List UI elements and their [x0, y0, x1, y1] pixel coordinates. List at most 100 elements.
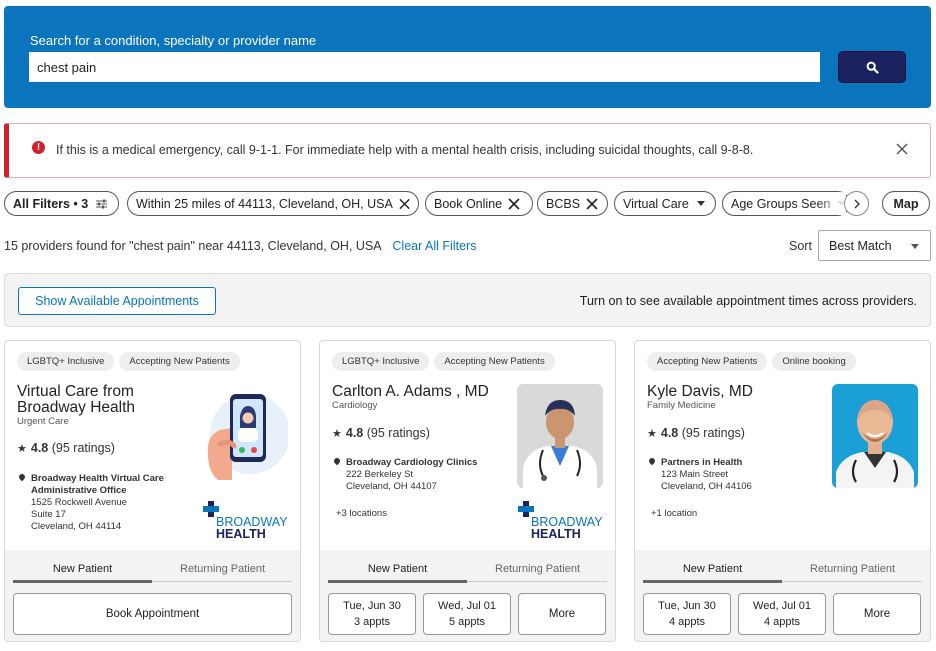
clear-all-filters-link[interactable]: Clear All Filters: [392, 239, 476, 253]
more-locations-link[interactable]: +1 location: [651, 508, 697, 519]
slot-count: 3 appts: [353, 616, 391, 628]
rating-value: 4.8: [660, 426, 679, 440]
active-tab-indicator: [13, 580, 152, 583]
address-line: Suite 17: [31, 509, 66, 520]
show-available-appointments-button[interactable]: Show Available Appointments: [18, 287, 216, 315]
appointment-slot[interactable]: Tue, Jun 30 4 appts: [643, 593, 731, 635]
star-icon: ★: [17, 442, 27, 455]
appointment-slot[interactable]: Wed, Jul 01 4 appts: [738, 593, 826, 635]
address-line: Cleveland, OH 44114: [31, 521, 122, 532]
tag: Accepting New Patients: [434, 352, 555, 371]
book-appointment-button[interactable]: Book Appointment: [13, 593, 292, 635]
svg-text:HEALTH: HEALTH: [216, 527, 266, 539]
chevron-down-icon: [911, 244, 919, 249]
card-footer: New Patient Returning Patient Book Appoi…: [5, 550, 300, 641]
chip-label: Virtual Care: [623, 196, 689, 211]
slot-count: 5 appts: [448, 616, 486, 628]
tab-returning-patient[interactable]: Returning Patient: [468, 563, 607, 575]
address-line: Cleveland, OH 44107: [346, 481, 437, 492]
more-slots-button[interactable]: More: [833, 593, 921, 635]
patient-type-tabs: New Patient Returning Patient: [643, 560, 922, 583]
address-line: 222 Berkeley St: [346, 469, 414, 480]
provider-specialty: Cardiology: [332, 400, 378, 411]
sort-select[interactable]: Best Match: [818, 230, 931, 261]
svg-text:HEALTH: HEALTH: [531, 527, 581, 539]
results-summary-row: 15 providers found for "chest pain" near…: [4, 239, 476, 253]
tab-new-patient[interactable]: New Patient: [328, 563, 467, 575]
sliders-icon: [96, 199, 108, 208]
card-footer: New Patient Returning Patient Tue, Jun 3…: [320, 550, 615, 641]
patient-type-tabs: New Patient Returning Patient: [13, 560, 292, 583]
map-pin-icon: [332, 456, 342, 466]
provider-specialty: Urgent Care: [17, 416, 69, 427]
provider-photo: [832, 384, 918, 488]
results-summary: 15 providers found for "chest pain" near…: [4, 239, 381, 253]
search-input[interactable]: [29, 52, 820, 82]
provider-card: Accepting New Patients Online booking Ky…: [634, 340, 931, 642]
provider-card: LGBTQ+ Inclusive Accepting New Patients …: [319, 340, 616, 642]
tag: Online booking: [772, 352, 856, 371]
filter-chip-distance[interactable]: Within 25 miles of 44113, Cleveland, OH,…: [127, 191, 419, 216]
chevron-right-icon: [854, 199, 860, 208]
chip-label: Book Online: [434, 196, 503, 211]
emergency-alert: ! If this is a medical emergency, call 9…: [4, 123, 931, 178]
patient-type-tabs: New Patient Returning Patient: [328, 560, 607, 583]
broadway-health-logo: BROADWAY HEALTH: [518, 501, 603, 539]
search-panel: Search for a condition, specialty or pro…: [4, 6, 931, 108]
availability-bar: Show Available Appointments Turn on to s…: [4, 273, 931, 327]
tag: LGBTQ+ Inclusive: [17, 352, 115, 371]
slot-date: Tue, Jun 30: [658, 600, 716, 612]
location: Broadway Health Virtual Care Administrat…: [17, 472, 197, 533]
map-button[interactable]: Map: [882, 191, 930, 216]
doctor-illustration: [517, 384, 603, 488]
more-slots-button[interactable]: More: [518, 593, 606, 635]
provider-name[interactable]: Kyle Davis, MD: [647, 384, 832, 400]
rating: ★ 4.8 (95 ratings): [647, 426, 745, 440]
remove-icon[interactable]: [586, 197, 598, 210]
provider-specialty: Family Medicine: [647, 400, 716, 411]
appointment-slot[interactable]: Wed, Jul 01 5 appts: [423, 593, 511, 635]
remove-icon[interactable]: [508, 197, 520, 210]
filter-chip-bcbs[interactable]: BCBS: [537, 191, 608, 216]
close-icon[interactable]: [894, 141, 910, 157]
chip-label: Within 25 miles of 44113, Cleveland, OH,…: [136, 196, 393, 211]
appointment-slot[interactable]: Tue, Jun 30 3 appts: [328, 593, 416, 635]
location: Broadway Cardiology Clinics 222 Berkeley…: [332, 456, 512, 493]
exclamation-circle-icon: !: [32, 141, 45, 154]
office-name: Broadway Health Virtual Care Administrat…: [31, 473, 164, 496]
search-button[interactable]: [838, 51, 906, 83]
chevron-down-icon: [696, 201, 705, 206]
office-name: Partners in Health: [661, 457, 743, 468]
active-tab-indicator: [643, 580, 782, 583]
star-icon: ★: [332, 427, 342, 440]
tab-new-patient[interactable]: New Patient: [643, 563, 782, 575]
scroll-right-button[interactable]: [844, 191, 869, 216]
filter-dropdown-virtual-care[interactable]: Virtual Care: [614, 191, 716, 216]
chip-scroll-fade: [816, 192, 846, 215]
more-locations-link[interactable]: +3 locations: [336, 508, 387, 519]
availability-note: Turn on to see available appointment tim…: [579, 294, 917, 308]
address-line: 123 Main Street: [661, 469, 729, 480]
all-filters-label: All Filters • 3: [13, 196, 89, 211]
remove-icon[interactable]: [399, 198, 410, 210]
office-name: Broadway Cardiology Clinics: [346, 457, 478, 468]
ratings-count: (95 ratings): [681, 426, 745, 440]
tab-new-patient[interactable]: New Patient: [13, 563, 152, 575]
search-label: Search for a condition, specialty or pro…: [30, 33, 317, 48]
filter-chip-book-online[interactable]: Book Online: [425, 191, 533, 216]
tag: Accepting New Patients: [647, 352, 768, 371]
tag-list: LGBTQ+ Inclusive Accepting New Patients: [332, 352, 555, 371]
tag: LGBTQ+ Inclusive: [332, 352, 430, 371]
tag: Accepting New Patients: [119, 352, 240, 371]
tab-returning-patient[interactable]: Returning Patient: [153, 563, 292, 575]
sort-label: Sort: [789, 239, 812, 253]
provider-name[interactable]: Carlton A. Adams , MD: [332, 384, 517, 400]
provider-name[interactable]: Virtual Care from Broadway Health: [17, 384, 202, 416]
slot-date: Wed, Jul 01: [753, 600, 811, 612]
tab-returning-patient[interactable]: Returning Patient: [783, 563, 922, 575]
alert-message: If this is a medical emergency, call 9-1…: [56, 143, 754, 157]
star-icon: ★: [647, 427, 657, 440]
provider-card: LGBTQ+ Inclusive Accepting New Patients …: [4, 340, 301, 642]
rating-value: 4.8: [345, 426, 364, 440]
all-filters-button[interactable]: All Filters • 3: [4, 191, 119, 216]
